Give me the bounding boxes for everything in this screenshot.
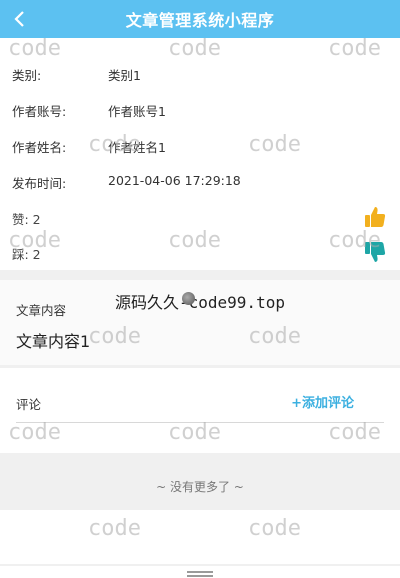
chevron-left-icon[interactable] bbox=[10, 7, 30, 31]
drag-handle-line[interactable] bbox=[187, 571, 213, 573]
info-value: 2021-04-06 17:29:18 bbox=[108, 173, 241, 188]
add-comment-button[interactable]: +添加评论 bbox=[291, 392, 354, 411]
thumbs-down-icon[interactable] bbox=[362, 239, 388, 265]
banner-text: 源码久久-code99.top bbox=[115, 293, 285, 312]
dislike-count: 踩: 2 bbox=[12, 247, 41, 262]
info-label: 类别: bbox=[12, 68, 42, 83]
watermark-banner: 源码久久-code99.top bbox=[115, 289, 285, 313]
drag-handle-line[interactable] bbox=[187, 575, 213, 577]
info-row-publish-time: 发布时间: 2021-04-06 17:29:18 bbox=[12, 173, 241, 192]
info-value: 类别1 bbox=[108, 68, 141, 83]
info-value: 作者账号1 bbox=[108, 104, 166, 119]
info-label: 发布时间: bbox=[12, 176, 67, 191]
info-row-author-name: 作者姓名: 作者姓名1 bbox=[12, 137, 166, 156]
bottom-panel bbox=[0, 510, 400, 564]
info-label: 作者账号: bbox=[12, 104, 67, 119]
content-text: 文章内容1 bbox=[16, 332, 91, 351]
divider bbox=[16, 422, 384, 423]
page-title: 文章管理系统小程序 bbox=[125, 11, 275, 30]
comments-title: 评论 bbox=[16, 397, 42, 412]
info-label: 作者姓名: bbox=[12, 140, 67, 155]
info-row-author-account: 作者账号: 作者账号1 bbox=[12, 101, 166, 120]
info-value: 作者姓名1 bbox=[108, 140, 166, 155]
thumbs-up-icon[interactable] bbox=[362, 204, 388, 230]
info-row-category: 类别: 类别1 bbox=[12, 65, 141, 84]
article-info-card: 类别: 类别1 作者账号: 作者账号1 作者姓名: 作者姓名1 发布时间: 20… bbox=[0, 38, 400, 270]
cursor-dot bbox=[182, 292, 195, 305]
navbar: 文章管理系统小程序 bbox=[0, 0, 400, 38]
like-count: 赞: 2 bbox=[12, 212, 41, 227]
content-label: 文章内容 bbox=[16, 303, 67, 318]
list-end-text: ~ 没有更多了 ~ bbox=[156, 480, 244, 494]
bottom-bar bbox=[0, 566, 400, 578]
comments-section: 评论 +添加评论 bbox=[0, 368, 400, 453]
